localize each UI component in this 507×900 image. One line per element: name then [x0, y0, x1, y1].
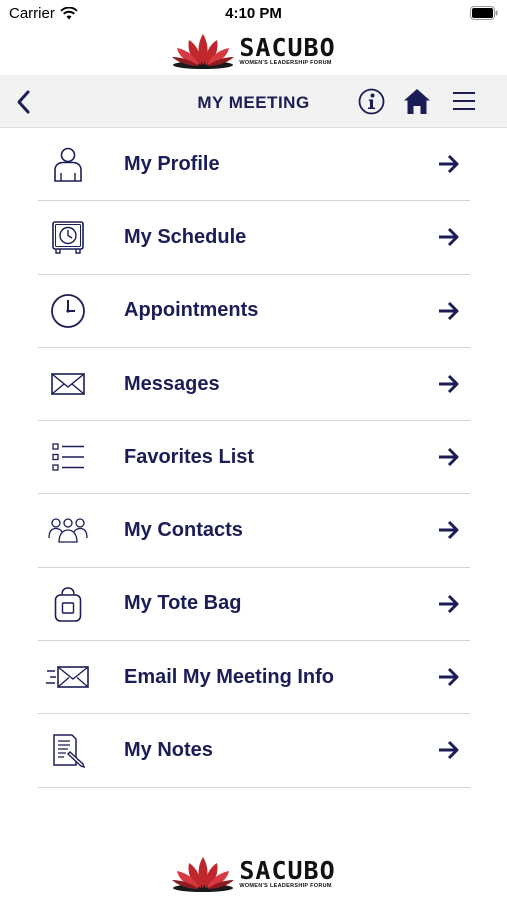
lotus-logo-icon [172, 857, 235, 892]
menu-item-label: My Notes [124, 739, 213, 762]
arrow-right-icon [439, 154, 459, 174]
home-icon[interactable] [403, 88, 431, 115]
arrow-right-icon [439, 594, 459, 613]
clock-icon [51, 293, 85, 328]
menu-item-appointments[interactable]: Appointments [38, 275, 470, 348]
arrow-right-icon [439, 741, 459, 760]
arrow-right-icon [439, 448, 459, 467]
menu-item-favorites-list[interactable]: Favorites List [38, 421, 470, 495]
group-icon [48, 518, 88, 544]
info-icon[interactable] [358, 88, 385, 115]
menu-item-label: Messages [124, 372, 220, 395]
logo-wordmark: SACUBO [239, 32, 336, 62]
menu-item-my-contacts[interactable]: My Contacts [38, 494, 470, 568]
menu-item-my-notes[interactable]: My Notes [38, 714, 470, 788]
person-icon [54, 147, 82, 182]
arrow-right-icon [439, 521, 459, 540]
menu-item-label: Favorites List [124, 445, 255, 468]
logo-tagline: WOMEN'S LEADERSHIP FORUM [239, 882, 332, 889]
status-time: 4:10 PM [225, 5, 282, 22]
meeting-menu-list: My Profile My Schedule Appointments Mess… [38, 128, 470, 788]
checklist-icon [52, 443, 84, 471]
menu-item-label: My Profile [124, 152, 220, 175]
menu-item-label: Appointments [124, 299, 259, 322]
menu-item-label: My Schedule [124, 225, 247, 248]
envelope-icon [51, 373, 85, 395]
navigation-bar: MY MEETING [0, 75, 507, 128]
hamburger-menu-icon[interactable] [452, 90, 476, 112]
tote-bag-icon [54, 587, 82, 622]
lotus-logo-icon [172, 34, 235, 69]
menu-item-email-my-meeting-info[interactable]: Email My Meeting Info [38, 641, 470, 715]
notes-icon [53, 734, 86, 769]
menu-item-my-profile[interactable]: My Profile [38, 128, 470, 202]
menu-item-label: My Tote Bag [124, 592, 242, 615]
menu-item-label: Email My Meeting Info [124, 665, 335, 688]
arrow-right-icon [439, 228, 459, 247]
menu-item-my-schedule[interactable]: My Schedule [38, 201, 470, 275]
logo-tagline: WOMEN'S LEADERSHIP FORUM [239, 59, 332, 66]
sacubo-logo-footer: SACUBO WOMEN'S LEADERSHIP FORUM [0, 853, 507, 895]
battery-icon [470, 6, 498, 20]
sacubo-logo-header: SACUBO WOMEN'S LEADERSHIP FORUM [0, 30, 507, 72]
menu-item-messages[interactable]: Messages [38, 348, 470, 422]
arrow-right-icon [439, 374, 459, 393]
status-bar: Carrier 4:10 PM [0, 0, 507, 28]
email-send-icon [46, 666, 89, 688]
arrow-right-icon [439, 668, 459, 687]
clock-schedule-icon [52, 221, 84, 254]
arrow-right-icon [439, 301, 459, 320]
menu-item-my-tote-bag[interactable]: My Tote Bag [38, 568, 470, 642]
menu-item-label: My Contacts [124, 519, 243, 542]
logo-wordmark: SACUBO [239, 855, 336, 885]
